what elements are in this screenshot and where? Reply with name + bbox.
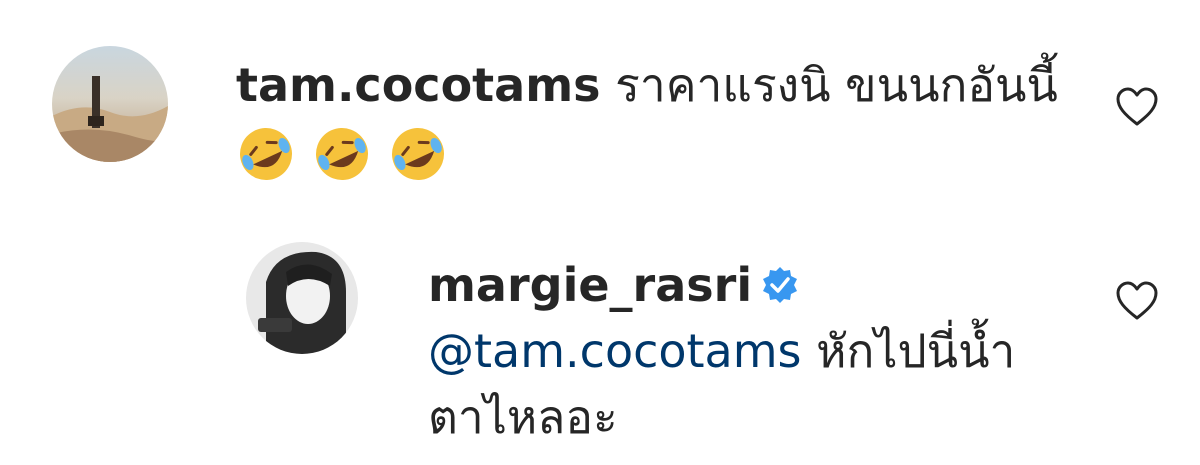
heart-outline-icon[interactable] — [1114, 86, 1160, 128]
verified-badge-icon — [760, 256, 800, 303]
comment-body: ราคาแรงนิ ขนนกอันนี้ — [600, 58, 1058, 112]
heart-outline-icon[interactable] — [1114, 280, 1160, 322]
rolling-on-floor-laughing-emoji — [388, 124, 448, 184]
avatar-photo — [246, 242, 358, 354]
reply-username[interactable]: margie_rasri — [428, 258, 752, 312]
rolling-on-floor-laughing-emoji — [312, 124, 372, 184]
reply-text: margie_rasri @tam.cocotams หักไปนี่น้ำ ต… — [428, 252, 1088, 450]
rolling-on-floor-laughing-emoji — [236, 124, 296, 184]
mention-link[interactable]: @tam.cocotams — [428, 324, 802, 378]
emoji-row — [236, 124, 1076, 184]
comment-username[interactable]: tam.cocotams — [236, 58, 601, 112]
avatar-photo — [52, 46, 168, 162]
avatar[interactable] — [52, 46, 168, 162]
comment-text: tam.cocotams ราคาแรงนิ ขนนกอันนี้ — [236, 52, 1076, 184]
reply-body-line2: ตาไหลอะ — [428, 390, 618, 444]
avatar[interactable] — [246, 242, 358, 354]
reply-body-line1: หักไปนี่น้ำ — [801, 324, 1016, 378]
